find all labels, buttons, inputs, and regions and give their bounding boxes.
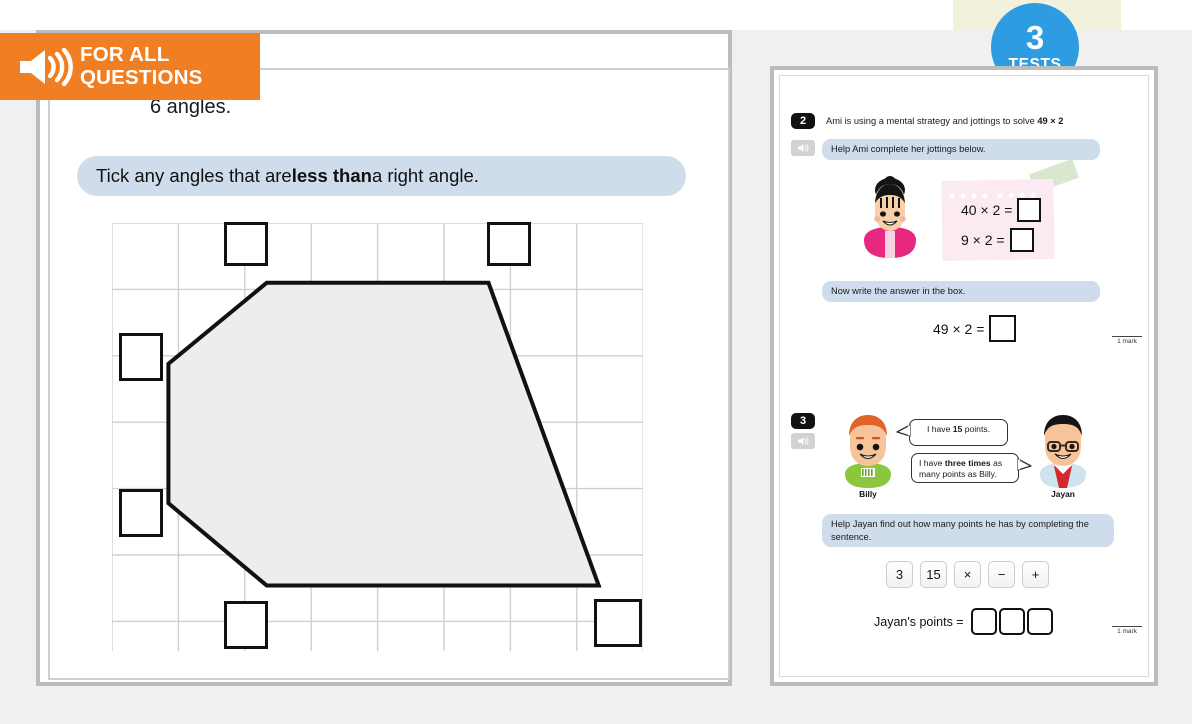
question-3-answer-box-3[interactable] [1026,608,1053,635]
question-2-mark: 1 mark [1112,336,1142,345]
jayan-name: Jayan [1051,489,1075,499]
question-3-mark: 1 mark [1112,626,1142,635]
jotting-1-answer-box[interactable] [1017,198,1042,222]
option-button-3[interactable]: 3 [886,561,913,588]
question-2-stem: Ami is using a mental strategy and jotti… [826,115,1126,127]
jotting-2-label: 9 × 2 = [961,232,1005,248]
page-background-top [0,0,953,30]
tests-number: 3 [1025,18,1045,56]
option-button-add[interactable]: + [1022,561,1049,588]
option-button-15[interactable]: 15 [920,561,947,588]
ami-avatar [864,176,916,258]
question-2-speaker-button[interactable] [791,140,815,156]
question-2-stem-bold: 49 × 2 [1037,116,1064,126]
question-2-equation-label: 49 × 2 = [933,320,985,337]
question-3-answer-label: Jayan's points = [874,614,964,629]
question-2-instruction-bar-2: Now write the answer in the box. [822,281,1100,302]
jayan-bubble-bold: three times [944,458,991,468]
billy-bubble-bold: 15 [952,424,963,434]
question-3-number: 3 [791,413,815,429]
tick-box-top-right-vertex[interactable] [487,222,531,266]
question-3-instruction: Help Jayan find out how many points he h… [831,519,1089,542]
question-2-instruction: Help Ami complete her jottings below. [831,144,986,154]
billy-bubble-prefix: I have [926,424,953,434]
jotting-1-label: 40 × 2 = [961,202,1013,218]
instruction-prefix: Tick any angles that are [96,165,292,186]
question-2-instruction-2: Now write the answer in the box. [831,286,966,296]
question-2-instruction-bar: Help Ami complete her jottings below. [822,139,1100,160]
question-3-answer-box-2[interactable] [998,608,1025,635]
tick-box-bottom-right-vertex[interactable] [594,599,642,647]
grid-svg [112,223,643,651]
jotting-2-answer-box[interactable] [1009,228,1034,252]
banner-text: FOR ALL QUESTIONS [80,42,203,90]
billy-name: Billy [859,489,877,499]
tick-box-left-upper-vertex[interactable] [119,333,163,381]
option-button-multiply[interactable]: × [954,561,981,588]
instruction-bold: less than [291,165,372,186]
question-2-final-equation: 49 × 2 = [933,315,1017,342]
jayan-avatar [1040,415,1086,488]
for-all-questions-banner[interactable]: FOR ALL QUESTIONS [0,33,260,100]
angle-grid [112,223,643,651]
jayan-speech-bubble: I have three times as many points as Bil… [911,453,1019,483]
jotting-row-2: 9 × 2 = [961,228,1034,252]
page-background-top-right [1121,0,1192,30]
jotting-row-1: 40 × 2 = [961,198,1042,222]
instruction-suffix: a right angle. [371,165,479,186]
question-3-speaker-button[interactable] [791,433,815,449]
billy-speech-bubble: I have 15 points. [909,419,1008,446]
banner-line-2: QUESTIONS [80,65,203,89]
question-2-answer-box[interactable] [989,315,1017,342]
billy-bubble-tail [896,424,911,437]
question-2-number: 2 [791,113,815,129]
billy-avatar [845,415,891,488]
billy-bubble-suffix: points. [962,424,991,434]
speaker-icon [797,437,808,445]
option-button-subtract[interactable]: − [988,561,1015,588]
question-3-answer-row: Jayan's points = [874,608,1053,635]
tick-box-left-lower-vertex[interactable] [119,489,163,537]
speaker-icon [20,47,73,86]
question-2-stem-prefix: Ami is using a mental strategy and jotti… [826,116,1038,126]
speaker-icon [797,144,808,152]
tick-box-bottom-left-vertex[interactable] [224,601,268,649]
tick-box-top-left-vertex[interactable] [224,222,268,266]
jayan-bubble-tail [1017,458,1032,471]
hexagon-shape [166,280,602,588]
question-3-answer-box-1[interactable] [970,608,997,635]
left-instruction-bar: Tick any angles that are less than a rig… [77,156,686,196]
jayan-bubble-prefix: I have [919,458,945,468]
question-3-option-buttons: 3 15 × − + [886,561,1049,588]
banner-line-1: FOR ALL [80,42,170,66]
question-3-instruction-bar: Help Jayan find out how many points he h… [822,514,1114,548]
